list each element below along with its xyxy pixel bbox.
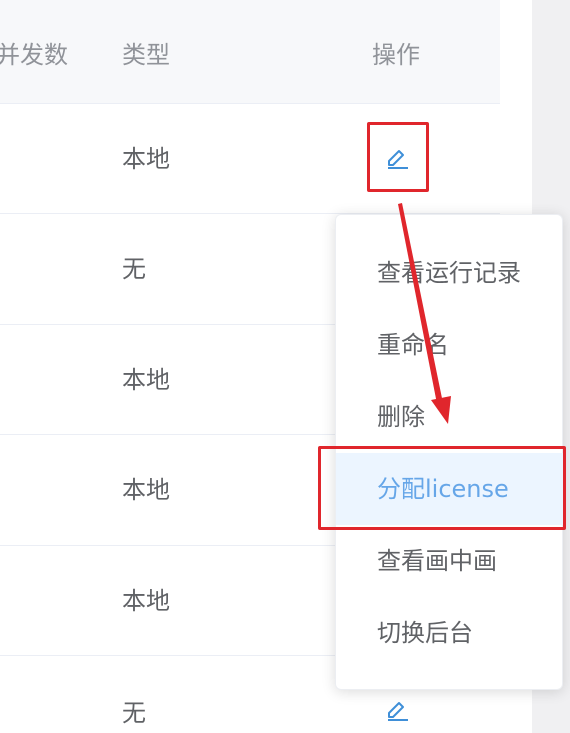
column-header-actions: 操作: [372, 41, 420, 69]
row-type-cell: 本地: [122, 366, 170, 394]
annotation-highlight-edit: [367, 122, 429, 192]
column-header-type: 类型: [122, 41, 170, 69]
menu-item-view-run-records[interactable]: 查看运行记录: [336, 237, 564, 309]
row-type-cell: 本地: [122, 587, 170, 615]
menu-item-delete[interactable]: 删除: [336, 381, 564, 453]
column-header-concurrency: 并发数: [0, 41, 68, 69]
annotation-highlight-assign-license: [318, 446, 566, 530]
row-type-cell: 本地: [122, 145, 170, 173]
row-type-cell: 无: [122, 699, 146, 727]
edit-pen-icon[interactable]: [384, 695, 412, 723]
menu-item-view-pip[interactable]: 查看画中画: [336, 525, 564, 597]
table-header: 并发数 类型 操作: [0, 0, 500, 104]
row-type-cell: 本地: [122, 476, 170, 504]
menu-item-switch-background[interactable]: 切换后台: [336, 597, 564, 669]
row-type-cell: 无: [122, 255, 146, 283]
menu-item-rename[interactable]: 重命名: [336, 309, 564, 381]
